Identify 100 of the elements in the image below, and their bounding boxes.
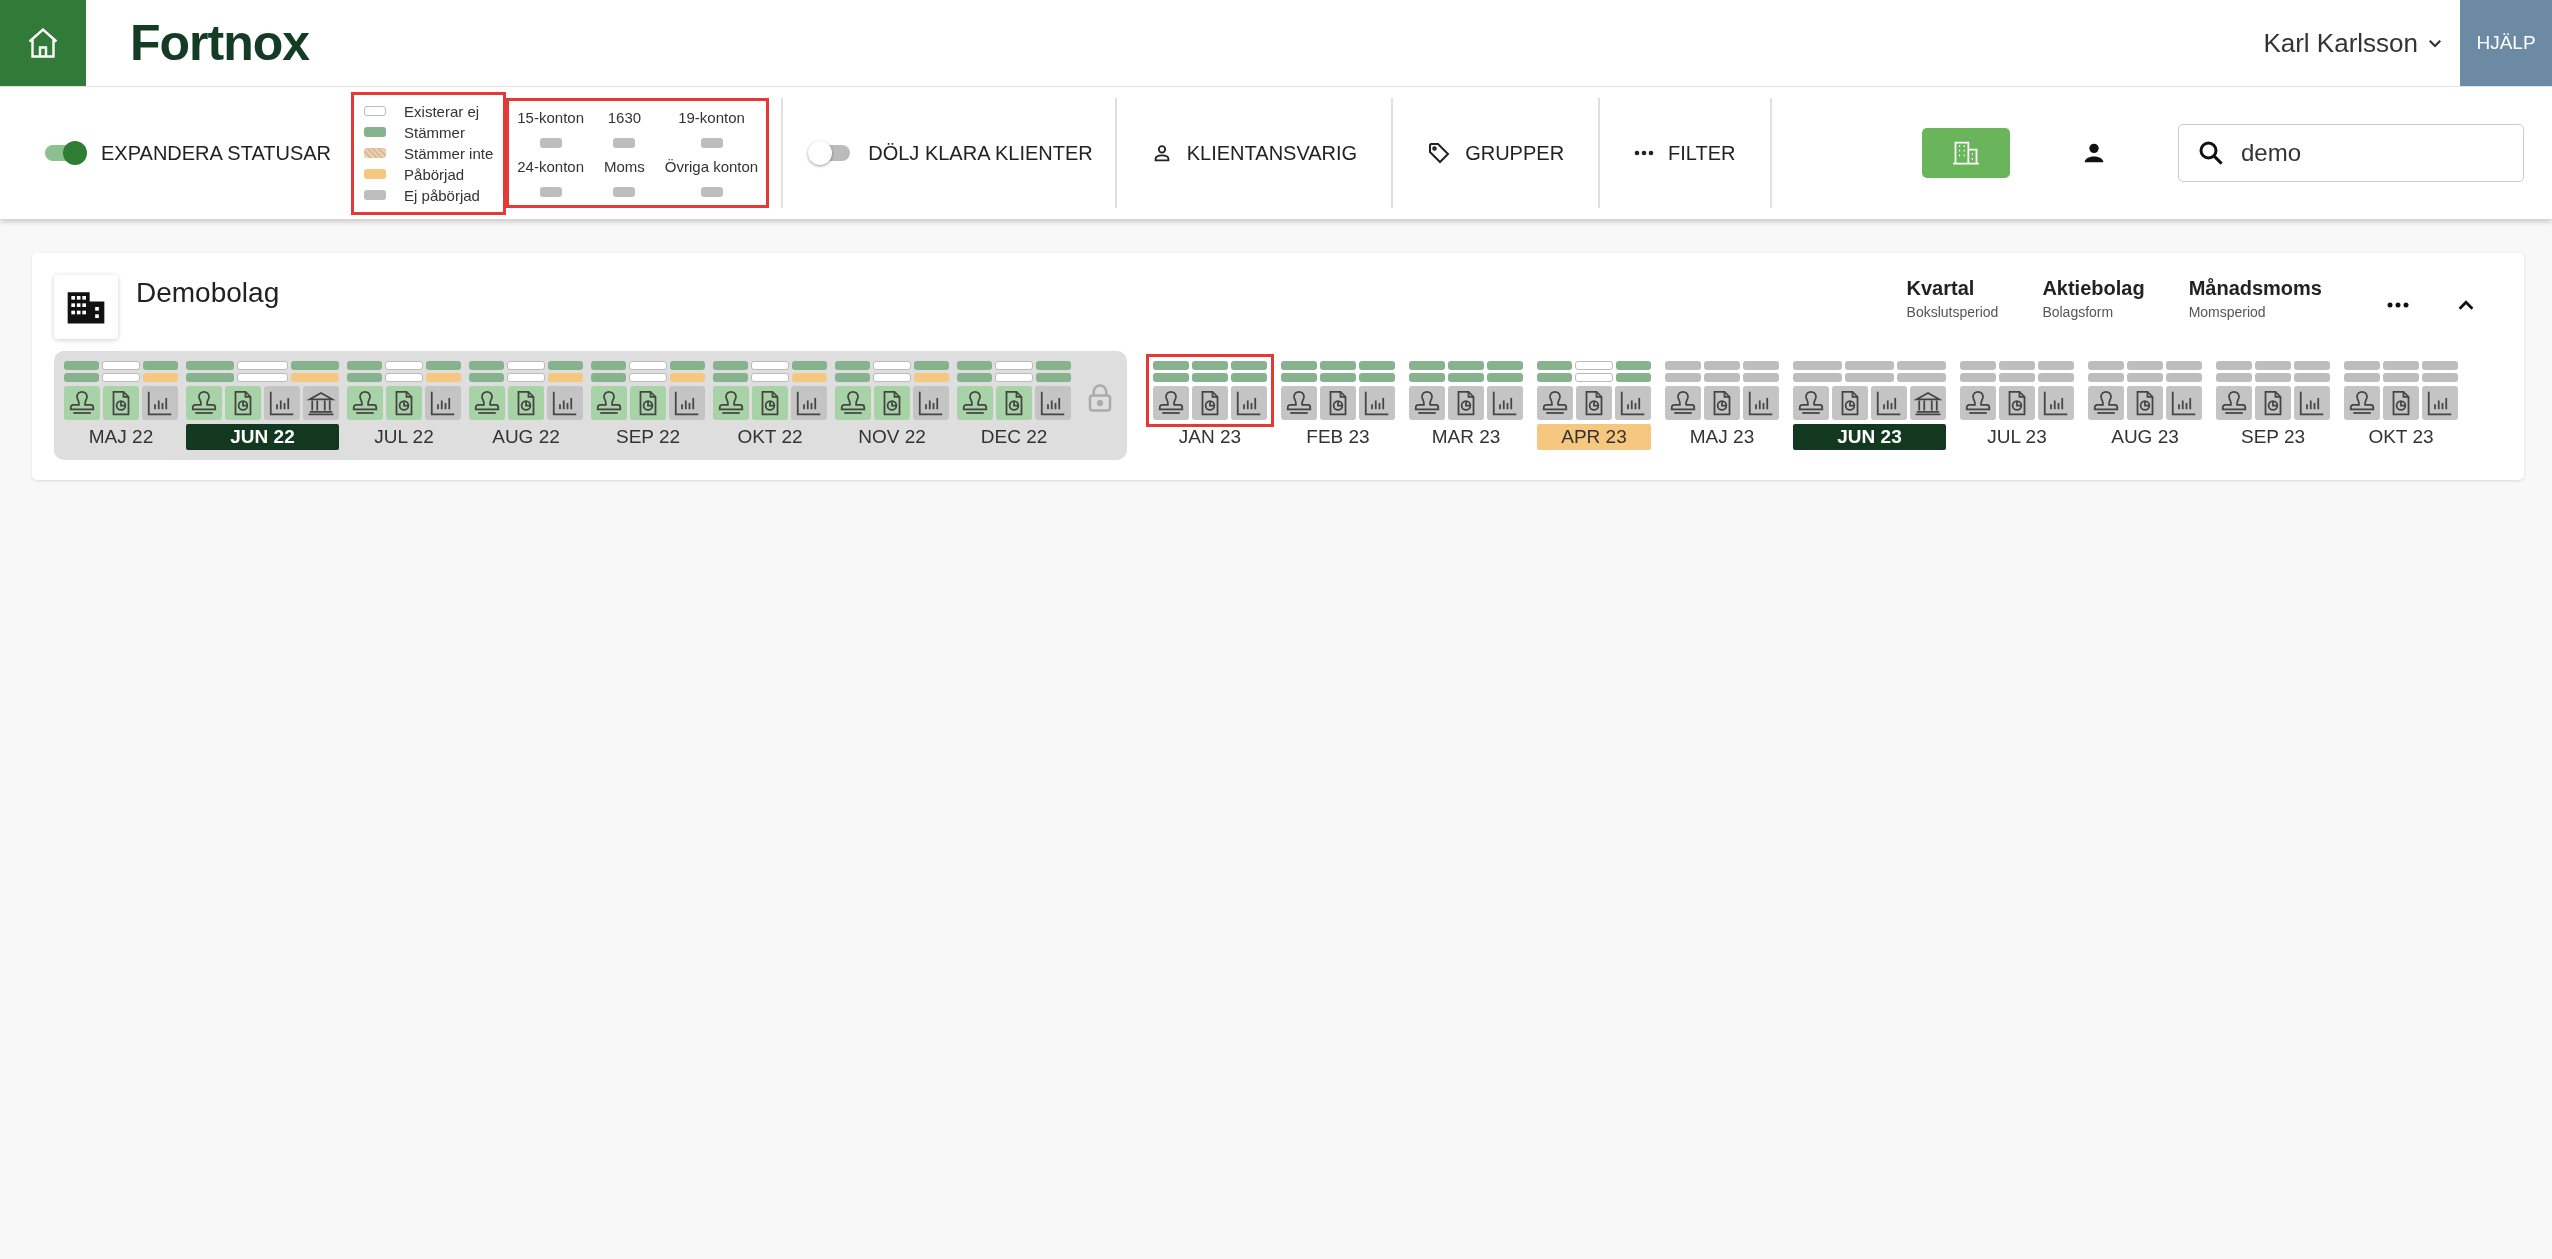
month-label: MAJ 23 bbox=[1688, 425, 1756, 449]
legend-label: Existerar ej bbox=[404, 102, 480, 120]
task-tile[interactable] bbox=[1035, 386, 1071, 420]
task-tile[interactable] bbox=[2383, 386, 2419, 420]
expand-statuses-toggle[interactable]: EXPANDERA STATUSAR bbox=[40, 141, 332, 165]
month-label: NOV 22 bbox=[857, 425, 927, 449]
task-tile[interactable] bbox=[713, 386, 749, 420]
task-tile[interactable] bbox=[1448, 386, 1484, 420]
task-tile[interactable] bbox=[1320, 386, 1356, 420]
building-icon bbox=[1952, 139, 1980, 167]
month-label: SEP 22 bbox=[614, 425, 682, 449]
task-tile[interactable] bbox=[1281, 386, 1317, 420]
task-tile[interactable] bbox=[1615, 386, 1651, 420]
task-tile[interactable] bbox=[264, 386, 300, 420]
task-tile[interactable] bbox=[347, 386, 383, 420]
month-label: JUN 23 bbox=[1793, 424, 1946, 450]
task-tile[interactable] bbox=[835, 386, 871, 420]
task-tile[interactable] bbox=[1231, 386, 1267, 420]
task-tile[interactable] bbox=[1192, 386, 1228, 420]
hide-done-toggle[interactable]: DÖLJ KLARA KLIENTER bbox=[807, 141, 1093, 165]
task-tile[interactable] bbox=[791, 386, 827, 420]
task-tile[interactable] bbox=[303, 386, 339, 420]
task-tile[interactable] bbox=[1793, 386, 1829, 420]
task-tile[interactable] bbox=[2038, 386, 2074, 420]
task-tile[interactable] bbox=[1832, 386, 1868, 420]
legend-label: Stämmer inte bbox=[404, 144, 494, 162]
task-tile[interactable] bbox=[1704, 386, 1740, 420]
month-label: AUG 22 bbox=[491, 425, 561, 449]
month-label: JAN 23 bbox=[1177, 425, 1243, 449]
task-tile[interactable] bbox=[2294, 386, 2330, 420]
more-icon bbox=[2387, 302, 2409, 308]
task-tile[interactable] bbox=[996, 386, 1032, 420]
task-tile[interactable] bbox=[547, 386, 583, 420]
filter-button[interactable]: FILTER bbox=[1600, 141, 1770, 165]
task-tile[interactable] bbox=[425, 386, 461, 420]
task-tile[interactable] bbox=[2344, 386, 2380, 420]
task-tile[interactable] bbox=[1665, 386, 1701, 420]
task-tile[interactable] bbox=[957, 386, 993, 420]
task-tile[interactable] bbox=[103, 386, 139, 420]
info-value: Aktiebolag bbox=[2042, 277, 2145, 300]
task-tile[interactable] bbox=[1960, 386, 1996, 420]
task-tile[interactable] bbox=[1487, 386, 1523, 420]
info-value: Månadsmoms bbox=[2188, 277, 2322, 300]
legend-label: Påbörjad bbox=[404, 165, 465, 183]
info-value: Kvartal bbox=[1906, 277, 1976, 300]
search-field[interactable]: demo bbox=[2178, 124, 2524, 182]
task-tile[interactable] bbox=[874, 386, 910, 420]
month-label: JUL 23 bbox=[1986, 425, 2048, 449]
task-tile[interactable] bbox=[591, 386, 627, 420]
month-label: DEC 22 bbox=[979, 425, 1049, 449]
month-label: JUL 22 bbox=[373, 425, 435, 449]
task-tile[interactable] bbox=[386, 386, 422, 420]
task-tile[interactable] bbox=[1743, 386, 1779, 420]
filter-button[interactable]: KLIENTANSVARIG bbox=[1116, 141, 1392, 165]
task-tile[interactable] bbox=[2255, 386, 2291, 420]
more-icon bbox=[1634, 150, 1655, 156]
month-label: APR 23 bbox=[1537, 424, 1651, 450]
tag-icon bbox=[1427, 141, 1452, 165]
task-tile[interactable] bbox=[186, 386, 222, 420]
task-tile[interactable] bbox=[64, 386, 100, 420]
account-label: 24-konton bbox=[517, 158, 584, 175]
task-tile[interactable] bbox=[2422, 386, 2458, 420]
task-tile[interactable] bbox=[225, 386, 261, 420]
task-tile[interactable] bbox=[2216, 386, 2252, 420]
task-tile[interactable] bbox=[2088, 386, 2124, 420]
account-label: 15-konton bbox=[517, 109, 584, 126]
account-label: 1630 bbox=[607, 109, 642, 126]
info-caption: Bolagsform bbox=[2042, 304, 2115, 320]
info-caption: Bokslutsperiod bbox=[1906, 304, 1999, 320]
user-menu[interactable]: Karl Karlsson bbox=[2263, 27, 2444, 59]
client-name: Demobolag bbox=[136, 277, 280, 309]
account-label: Övriga konton bbox=[664, 158, 759, 175]
task-tile[interactable] bbox=[1999, 386, 2035, 420]
task-tile[interactable] bbox=[913, 386, 949, 420]
task-tile[interactable] bbox=[1576, 386, 1612, 420]
task-tile[interactable] bbox=[1409, 386, 1445, 420]
task-tile[interactable] bbox=[469, 386, 505, 420]
task-tile[interactable] bbox=[2127, 386, 2163, 420]
task-tile[interactable] bbox=[1153, 386, 1189, 420]
legend-label: Stämmer bbox=[404, 123, 465, 141]
task-tile[interactable] bbox=[142, 386, 178, 420]
task-tile[interactable] bbox=[669, 386, 705, 420]
account-label: Moms bbox=[604, 158, 645, 175]
task-tile[interactable] bbox=[1359, 386, 1395, 420]
task-tile[interactable] bbox=[630, 386, 666, 420]
task-tile[interactable] bbox=[1537, 386, 1573, 420]
help-button[interactable]: HJÄLP bbox=[2460, 0, 2552, 86]
toggle-label: DÖLJ KLARA KLIENTER bbox=[868, 141, 1093, 165]
task-tile[interactable] bbox=[752, 386, 788, 420]
task-tile[interactable] bbox=[1910, 386, 1946, 420]
month-label: JUN 22 bbox=[186, 424, 339, 450]
task-tile[interactable] bbox=[2166, 386, 2202, 420]
filter-button[interactable]: GRUPPER bbox=[1393, 141, 1599, 165]
task-tile[interactable] bbox=[508, 386, 544, 420]
month-label: OKT 23 bbox=[2367, 425, 2435, 449]
month-label: FEB 23 bbox=[1305, 425, 1371, 449]
info-caption: Momsperiod bbox=[2188, 304, 2267, 320]
task-tile[interactable] bbox=[1871, 386, 1907, 420]
home-button[interactable] bbox=[0, 0, 86, 86]
toggle-label: EXPANDERA STATUSAR bbox=[101, 141, 332, 165]
